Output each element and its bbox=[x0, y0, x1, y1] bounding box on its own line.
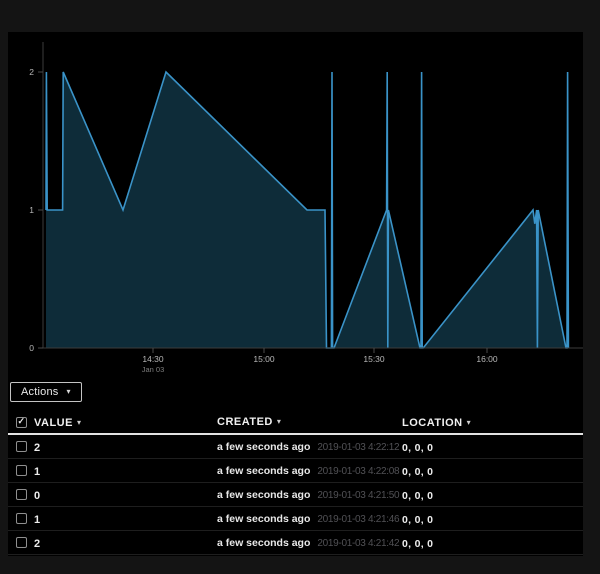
row-value: 1 bbox=[34, 514, 40, 526]
data-table: ✓ VALUE ▾ CREATED ▾ LOCATION ▾ bbox=[8, 411, 583, 555]
row-location: 0, 0, 0 bbox=[402, 538, 433, 550]
row-relative-time: a few seconds ago bbox=[217, 513, 310, 525]
x-tick-label: 16:00 bbox=[476, 354, 498, 364]
row-value: 2 bbox=[34, 538, 40, 550]
row-timestamp: 2019-01-03 4:22:08 … bbox=[317, 466, 402, 477]
created-column-label: CREATED bbox=[217, 416, 273, 428]
x-tick-date-label: Jan 03 bbox=[142, 365, 165, 374]
row-relative-time: a few seconds ago bbox=[217, 537, 310, 549]
actions-button[interactable]: Actions ▾ bbox=[10, 382, 82, 402]
row-location: 0, 0, 0 bbox=[402, 466, 433, 478]
sort-caret-icon: ▾ bbox=[277, 418, 281, 426]
row-timestamp: 2019-01-03 4:22:12 p… bbox=[317, 442, 402, 453]
row-checkbox[interactable] bbox=[16, 537, 27, 548]
caret-down-icon: ▾ bbox=[66, 388, 70, 396]
row-checkbox[interactable] bbox=[16, 513, 27, 524]
row-location: 0, 0, 0 bbox=[402, 490, 433, 502]
table-row[interactable]: 2 a few seconds ago 2019-01-03 4:21:42 p… bbox=[8, 531, 583, 555]
content-panel: 21014:30Jan 0315:0015:3016:00 Actions ▾ … bbox=[8, 32, 583, 556]
row-relative-time: a few seconds ago bbox=[217, 441, 310, 453]
table-row[interactable]: 2 a few seconds ago 2019-01-03 4:22:12 p… bbox=[8, 435, 583, 459]
sort-header-value[interactable]: VALUE ▾ bbox=[34, 417, 81, 429]
timeseries-area-chart: 2 1 0 14:30Jan 03 15:00 15:30 16:00 bbox=[8, 32, 583, 377]
sort-header-created[interactable]: CREATED ▾ bbox=[217, 416, 281, 428]
table-row[interactable]: 1 a few seconds ago 2019-01-03 4:22:08 …… bbox=[8, 459, 583, 483]
y-tick-label: 1 bbox=[29, 205, 34, 215]
row-relative-time: a few seconds ago bbox=[217, 489, 310, 501]
table-body: 2 a few seconds ago 2019-01-03 4:22:12 p… bbox=[8, 435, 583, 555]
sort-caret-icon: ▾ bbox=[77, 419, 81, 427]
actions-button-label: Actions bbox=[21, 386, 58, 398]
x-tick-label: 15:30 bbox=[363, 354, 385, 364]
check-icon: ✓ bbox=[18, 416, 26, 427]
row-value: 1 bbox=[34, 466, 40, 478]
y-tick-label: 0 bbox=[29, 343, 34, 353]
x-tick-label: 15:00 bbox=[253, 354, 275, 364]
row-timestamp: 2019-01-03 4:21:50 p… bbox=[317, 490, 402, 501]
row-checkbox[interactable] bbox=[16, 465, 27, 476]
table-row[interactable]: 1 a few seconds ago 2019-01-03 4:21:46 p… bbox=[8, 507, 583, 531]
row-value: 0 bbox=[34, 490, 40, 502]
location-column-label: LOCATION bbox=[402, 417, 463, 429]
table-row[interactable]: 0 a few seconds ago 2019-01-03 4:21:50 p… bbox=[8, 483, 583, 507]
row-timestamp: 2019-01-03 4:21:46 p… bbox=[317, 514, 402, 525]
value-column-label: VALUE bbox=[34, 417, 73, 429]
row-location: 0, 0, 0 bbox=[402, 514, 433, 526]
table-header-row: ✓ VALUE ▾ CREATED ▾ LOCATION ▾ bbox=[8, 411, 583, 435]
row-timestamp: 2019-01-03 4:21:42 p… bbox=[317, 538, 402, 549]
row-checkbox[interactable] bbox=[16, 489, 27, 500]
row-value: 2 bbox=[34, 442, 40, 454]
select-all-checkbox[interactable]: ✓ bbox=[16, 417, 27, 428]
sort-caret-icon: ▾ bbox=[467, 419, 471, 427]
row-relative-time: a few seconds ago bbox=[217, 465, 310, 477]
row-location: 0, 0, 0 bbox=[402, 442, 433, 454]
sort-header-location[interactable]: LOCATION ▾ bbox=[402, 417, 471, 429]
row-checkbox[interactable] bbox=[16, 441, 27, 452]
x-tick-label: 14:30 bbox=[142, 354, 164, 364]
y-tick-label: 2 bbox=[29, 67, 34, 77]
